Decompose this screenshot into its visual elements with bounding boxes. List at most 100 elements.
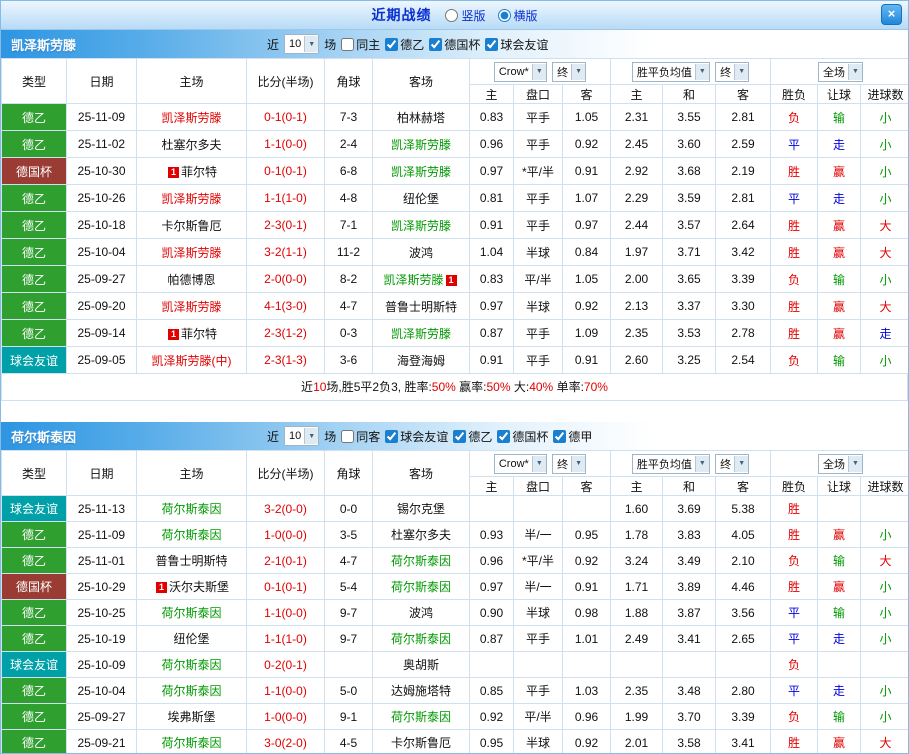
scope-select[interactable]: 全场 ▼ bbox=[818, 453, 864, 474]
team-link[interactable]: 荷尔斯泰因 bbox=[161, 736, 221, 750]
team-link[interactable]: 杜塞尔多夫 bbox=[161, 138, 221, 152]
team-link[interactable]: 菲尔特 bbox=[181, 327, 217, 341]
team-link[interactable]: 凯泽斯劳滕 bbox=[161, 192, 221, 206]
match-score[interactable]: 1-1(1-0) bbox=[246, 625, 325, 652]
team-link[interactable]: 奥胡斯 bbox=[403, 658, 439, 672]
league-filter-checkbox[interactable]: 德乙 bbox=[453, 428, 492, 445]
layout-option-vertical[interactable]: 竖版 bbox=[445, 7, 486, 24]
team-link[interactable]: 凯泽斯劳滕 bbox=[391, 165, 451, 179]
match-score[interactable]: 0-1(0-1) bbox=[246, 157, 325, 185]
match-score[interactable]: 0-1(0-1) bbox=[246, 103, 325, 131]
scope-select[interactable]: 全场 ▼ bbox=[818, 61, 864, 82]
match-score[interactable]: 2-3(0-1) bbox=[246, 211, 325, 239]
team-link[interactable]: 凯泽斯劳滕 bbox=[161, 111, 221, 125]
match-score[interactable]: 1-0(0-0) bbox=[246, 703, 325, 730]
team-link[interactable]: 荷尔斯泰因 bbox=[391, 710, 451, 724]
team-link[interactable]: 凯泽斯劳滕 bbox=[391, 327, 451, 341]
league-filter-checkbox[interactable]: 德国杯 bbox=[429, 36, 480, 53]
match-score[interactable]: 1-1(1-0) bbox=[246, 184, 325, 212]
team-link[interactable]: 凯泽斯劳滕(中) bbox=[152, 354, 232, 368]
same-venue-input[interactable] bbox=[341, 37, 355, 51]
team-link[interactable]: 纽伦堡 bbox=[403, 192, 439, 206]
match-score[interactable]: 3-0(2-0) bbox=[246, 729, 325, 753]
team-link[interactable]: 波鸿 bbox=[409, 606, 433, 620]
match-score[interactable]: 1-1(0-0) bbox=[246, 599, 325, 626]
match-date: 25-10-04 bbox=[66, 677, 137, 704]
league-filter-checkbox[interactable]: 德国杯 bbox=[497, 428, 548, 445]
team-link[interactable]: 波鸿 bbox=[409, 246, 433, 260]
match-score[interactable]: 0-1(0-1) bbox=[246, 573, 325, 600]
match-score[interactable]: 0-2(0-1) bbox=[246, 651, 325, 678]
team-link[interactable]: 凯泽斯劳滕 bbox=[383, 273, 443, 287]
match-score[interactable]: 2-0(0-0) bbox=[246, 265, 325, 293]
team-link[interactable]: 锡尔克堡 bbox=[397, 502, 445, 516]
league-filter-checkbox[interactable]: 球会友谊 bbox=[485, 36, 548, 53]
close-button[interactable]: × bbox=[881, 4, 902, 25]
league-filter-checkbox[interactable]: 球会友谊 bbox=[385, 428, 448, 445]
europe-final-select[interactable]: 终 ▼ bbox=[715, 453, 750, 474]
team-link[interactable]: 帕德博恩 bbox=[167, 273, 215, 287]
corner-count: 8-2 bbox=[324, 265, 373, 293]
match-score[interactable]: 4-1(3-0) bbox=[246, 292, 325, 320]
league-filter-checkbox[interactable]: 德甲 bbox=[553, 428, 592, 445]
team-link[interactable]: 柏林赫塔 bbox=[397, 111, 445, 125]
bookmaker-select[interactable]: Crow* ▼ bbox=[493, 61, 547, 82]
team-link[interactable]: 纽伦堡 bbox=[173, 632, 209, 646]
league-filter-input[interactable] bbox=[497, 429, 511, 443]
league-filter-input[interactable] bbox=[453, 429, 467, 443]
team-link[interactable]: 普鲁士明斯特 bbox=[385, 300, 457, 314]
league-filter-input[interactable] bbox=[553, 429, 567, 443]
asian-final-select[interactable]: 终 ▼ bbox=[552, 453, 587, 474]
match-score[interactable]: 1-0(0-0) bbox=[246, 521, 325, 548]
team-link[interactable]: 卡尔斯鲁厄 bbox=[161, 219, 221, 233]
handicap-result-cell: 走 bbox=[817, 625, 862, 652]
team-link[interactable]: 达姆施塔特 bbox=[391, 684, 451, 698]
team-link[interactable]: 海登海姆 bbox=[397, 354, 445, 368]
league-filter-input[interactable] bbox=[429, 37, 443, 51]
team-link[interactable]: 荷尔斯泰因 bbox=[391, 632, 451, 646]
team-link[interactable]: 菲尔特 bbox=[181, 165, 217, 179]
match-score[interactable]: 1-1(0-0) bbox=[246, 130, 325, 158]
match-score[interactable]: 2-3(1-3) bbox=[246, 346, 325, 374]
team-link[interactable]: 荷尔斯泰因 bbox=[161, 502, 221, 516]
same-venue-input[interactable] bbox=[341, 429, 355, 443]
team-link[interactable]: 杜塞尔多夫 bbox=[391, 528, 451, 542]
team-link[interactable]: 凯泽斯劳滕 bbox=[391, 219, 451, 233]
europe-final-select[interactable]: 终 ▼ bbox=[715, 61, 750, 82]
match-count-select[interactable]: 10 ▼ bbox=[284, 426, 320, 446]
match-score[interactable]: 1-1(0-0) bbox=[246, 677, 325, 704]
team-link[interactable]: 凯泽斯劳滕 bbox=[391, 138, 451, 152]
horizontal-layout-radio[interactable] bbox=[497, 8, 511, 22]
team-link[interactable]: 凯泽斯劳滕 bbox=[161, 246, 221, 260]
same-venue-checkbox[interactable]: 同主 bbox=[341, 36, 380, 53]
team-link[interactable]: 卡尔斯鲁厄 bbox=[391, 736, 451, 750]
match-count-select[interactable]: 10 ▼ bbox=[284, 34, 320, 54]
team-link[interactable]: 荷尔斯泰因 bbox=[161, 658, 221, 672]
team-link[interactable]: 荷尔斯泰因 bbox=[391, 554, 451, 568]
vertical-layout-radio[interactable] bbox=[445, 8, 459, 22]
asian-final-select[interactable]: 终 ▼ bbox=[552, 61, 587, 82]
match-score[interactable]: 2-1(0-1) bbox=[246, 547, 325, 574]
match-score[interactable]: 3-2(0-0) bbox=[246, 495, 325, 522]
match-score[interactable]: 3-2(1-1) bbox=[246, 238, 325, 266]
league-filter-input[interactable] bbox=[485, 37, 499, 51]
team-link[interactable]: 荷尔斯泰因 bbox=[161, 606, 221, 620]
layout-option-horizontal[interactable]: 横版 bbox=[497, 7, 538, 24]
team-link[interactable]: 荷尔斯泰因 bbox=[391, 580, 451, 594]
europe-avg-select[interactable]: 胜平负均值 ▼ bbox=[631, 453, 710, 474]
team-link[interactable]: 荷尔斯泰因 bbox=[161, 528, 221, 542]
league-filter-checkbox[interactable]: 德乙 bbox=[385, 36, 424, 53]
asian-away-odds: 1.03 bbox=[562, 677, 611, 704]
team-link[interactable]: 埃弗斯堡 bbox=[167, 710, 215, 724]
league-filter-input[interactable] bbox=[385, 429, 399, 443]
team-link[interactable]: 凯泽斯劳滕 bbox=[161, 300, 221, 314]
league-filter-input[interactable] bbox=[385, 37, 399, 51]
team-link[interactable]: 沃尔夫斯堡 bbox=[169, 580, 229, 594]
team-link[interactable]: 荷尔斯泰因 bbox=[161, 684, 221, 698]
match-score[interactable]: 2-3(1-2) bbox=[246, 319, 325, 347]
same-venue-checkbox[interactable]: 同客 bbox=[341, 428, 380, 445]
team-link[interactable]: 普鲁士明斯特 bbox=[155, 554, 227, 568]
bookmaker-select[interactable]: Crow* ▼ bbox=[493, 453, 547, 474]
europe-avg-select[interactable]: 胜平负均值 ▼ bbox=[631, 61, 710, 82]
avg-home-win: 2.45 bbox=[610, 130, 663, 158]
